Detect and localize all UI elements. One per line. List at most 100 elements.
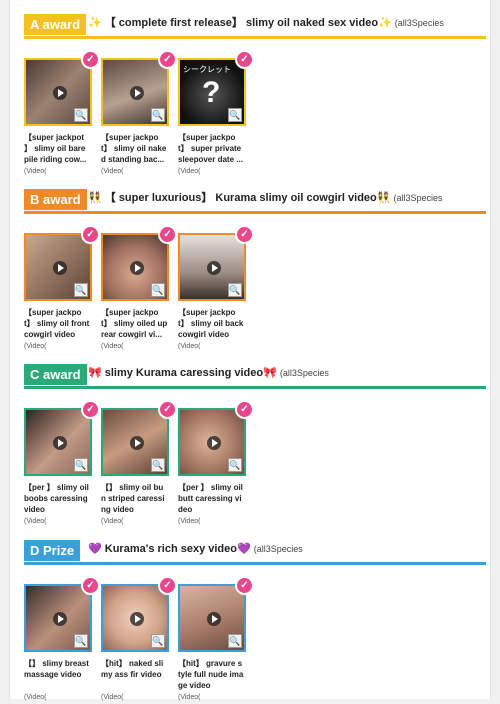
card-caption[interactable]: 【super jackpot 】 slimy oil bare pile rid…	[24, 132, 92, 166]
zoom-icon[interactable]: 🔍	[228, 634, 242, 648]
species-text: (all3Species	[253, 544, 303, 554]
check-icon: ✓	[235, 400, 254, 419]
card-meta: (Video(	[178, 518, 201, 525]
zoom-icon[interactable]: 🔍	[151, 458, 165, 472]
video-card[interactable]: 🔍 ✓ 【super jackpot 】 slimy oil bare pile…	[24, 50, 100, 175]
play-icon	[53, 436, 67, 450]
play-icon	[130, 86, 144, 100]
video-card[interactable]: 🔍 ✓ 【super jackpo t】 slimy oil front cow…	[24, 225, 100, 350]
card-caption[interactable]: 【per 】 slimy oil boobs caressing video	[24, 482, 92, 516]
video-thumbnail[interactable]: 🔍 ✓	[24, 225, 100, 301]
section-divider	[24, 386, 486, 389]
page: A award ✨ 【 complete first release】 slim…	[9, 0, 491, 701]
card-caption[interactable]: 【super jackpo t】 super private sleepover…	[178, 132, 246, 166]
check-icon: ✓	[235, 50, 254, 69]
video-thumbnail[interactable]: 🔍 ✓	[101, 576, 177, 652]
card-meta: (Video(	[178, 168, 201, 175]
card-caption[interactable]: 【hit】 gravure s tyle full nude ima ge vi…	[178, 658, 246, 692]
video-card[interactable]: シークレット ? 🔍 ✓ 【super jackpo t】 super priv…	[178, 50, 254, 175]
video-card[interactable]: 🔍 ✓ 【hit】 gravure s tyle full nude ima g…	[178, 576, 254, 701]
play-icon	[130, 612, 144, 626]
video-card[interactable]: 🔍 ✓ 【per 】 slimy oil butt caressing vi d…	[178, 400, 254, 525]
section-title-text: 👯 【 super luxurious】 Kurama slimy oil co…	[88, 192, 391, 204]
check-icon: ✓	[158, 400, 177, 419]
zoom-icon[interactable]: 🔍	[74, 458, 88, 472]
check-icon: ✓	[81, 225, 100, 244]
card-caption[interactable]: 【hit】 naked sli my ass fir video	[101, 658, 169, 692]
play-icon	[207, 436, 221, 450]
question-mark-icon: ?	[202, 76, 221, 109]
zoom-icon[interactable]: 🔍	[151, 283, 165, 297]
species-text: (all3Species	[279, 368, 329, 378]
card-caption[interactable]: 【】 slimy breast massage video	[24, 658, 92, 692]
video-thumbnail[interactable]: 🔍 ✓	[101, 50, 177, 126]
check-icon: ✓	[81, 576, 100, 595]
play-icon	[53, 261, 67, 275]
play-icon	[53, 612, 67, 626]
card-meta: (Video(	[24, 694, 47, 701]
zoom-icon[interactable]: 🔍	[74, 283, 88, 297]
section-d-prize: D Prize 💜 Kurama's rich sexy video💜 (all…	[24, 540, 486, 701]
award-label: C award	[24, 364, 87, 385]
card-meta: (Video(	[24, 518, 47, 525]
secret-label: シークレット	[183, 65, 231, 74]
card-list: 🔍 ✓ 【per 】 slimy oil boobs caressing vid…	[24, 400, 486, 528]
section-b-award: B award 👯 【 super luxurious】 Kurama slim…	[24, 189, 486, 350]
section-title-text: 💜 Kurama's rich sexy video💜	[88, 543, 251, 555]
card-meta: (Video(	[101, 343, 124, 350]
video-thumbnail[interactable]: 🔍 ✓	[24, 400, 100, 476]
section-a-award: A award ✨ 【 complete first release】 slim…	[24, 14, 486, 175]
zoom-icon[interactable]: 🔍	[151, 108, 165, 122]
card-meta: (Video(	[178, 694, 201, 701]
section-header: A award ✨ 【 complete first release】 slim…	[24, 14, 486, 42]
section-divider	[24, 36, 486, 39]
video-card[interactable]: 🔍 ✓ 【super jackpo t】 slimy oil back cowg…	[178, 225, 254, 350]
card-list: 🔍 ✓ 【super jackpo t】 slimy oil front cow…	[24, 225, 486, 353]
video-thumbnail[interactable]: 🔍 ✓	[101, 400, 177, 476]
zoom-icon[interactable]: 🔍	[151, 634, 165, 648]
species-text: (all3Species	[393, 193, 443, 203]
card-meta: (Video(	[24, 343, 47, 350]
video-thumbnail[interactable]: シークレット ? 🔍 ✓	[178, 50, 254, 126]
zoom-icon[interactable]: 🔍	[228, 458, 242, 472]
card-caption[interactable]: 【super jackpo t】 slimy oil front cowgirl…	[24, 307, 92, 341]
card-meta: (Video(	[101, 168, 124, 175]
zoom-icon[interactable]: 🔍	[74, 634, 88, 648]
section-title: 🎀 slimy Kurama caressing video🎀 (all3Spe…	[88, 366, 329, 380]
zoom-icon[interactable]: 🔍	[74, 108, 88, 122]
award-label: B award	[24, 189, 87, 210]
award-label: D Prize	[24, 540, 81, 561]
card-caption[interactable]: 【】 slimy oil bu n striped caressi ng vid…	[101, 482, 169, 516]
video-card[interactable]: 🔍 ✓ 【super jackpo t】 slimy oiled up rear…	[101, 225, 177, 350]
video-card[interactable]: 🔍 ✓ 【】 slimy breast massage video (Video…	[24, 576, 100, 701]
play-icon	[130, 261, 144, 275]
zoom-icon[interactable]: 🔍	[228, 283, 242, 297]
card-list: 🔍 ✓ 【】 slimy breast massage video (Video…	[24, 576, 486, 704]
video-thumbnail[interactable]: 🔍 ✓	[24, 50, 100, 126]
video-thumbnail[interactable]: 🔍 ✓	[101, 225, 177, 301]
video-thumbnail[interactable]: 🔍 ✓	[178, 400, 254, 476]
card-caption[interactable]: 【super jackpo t】 slimy oil nake d standi…	[101, 132, 169, 166]
video-card[interactable]: 🔍 ✓ 【】 slimy oil bu n striped caressi ng…	[101, 400, 177, 525]
card-caption[interactable]: 【super jackpo t】 slimy oiled up rear cow…	[101, 307, 169, 341]
play-icon	[207, 261, 221, 275]
video-thumbnail[interactable]: 🔍 ✓	[24, 576, 100, 652]
card-caption[interactable]: 【super jackpo t】 slimy oil back cowgirl …	[178, 307, 246, 341]
video-card[interactable]: 🔍 ✓ 【per 】 slimy oil boobs caressing vid…	[24, 400, 100, 525]
section-header: B award 👯 【 super luxurious】 Kurama slim…	[24, 189, 486, 217]
section-header: C award 🎀 slimy Kurama caressing video🎀 …	[24, 364, 486, 392]
section-header: D Prize 💜 Kurama's rich sexy video💜 (all…	[24, 540, 486, 568]
card-caption[interactable]: 【per 】 slimy oil butt caressing vi deo	[178, 482, 246, 516]
play-icon	[130, 436, 144, 450]
video-thumbnail[interactable]: 🔍 ✓	[178, 225, 254, 301]
check-icon: ✓	[81, 400, 100, 419]
video-card[interactable]: 🔍 ✓ 【super jackpo t】 slimy oil nake d st…	[101, 50, 177, 175]
section-divider	[24, 211, 486, 214]
zoom-icon[interactable]: 🔍	[228, 108, 242, 122]
video-card[interactable]: 🔍 ✓ 【hit】 naked sli my ass fir video (Vi…	[101, 576, 177, 701]
check-icon: ✓	[158, 576, 177, 595]
video-thumbnail[interactable]: 🔍 ✓	[178, 576, 254, 652]
section-title: 👯 【 super luxurious】 Kurama slimy oil co…	[88, 191, 443, 205]
section-title: 💜 Kurama's rich sexy video💜 (all3Species	[88, 542, 303, 556]
card-list: 🔍 ✓ 【super jackpot 】 slimy oil bare pile…	[24, 50, 486, 178]
